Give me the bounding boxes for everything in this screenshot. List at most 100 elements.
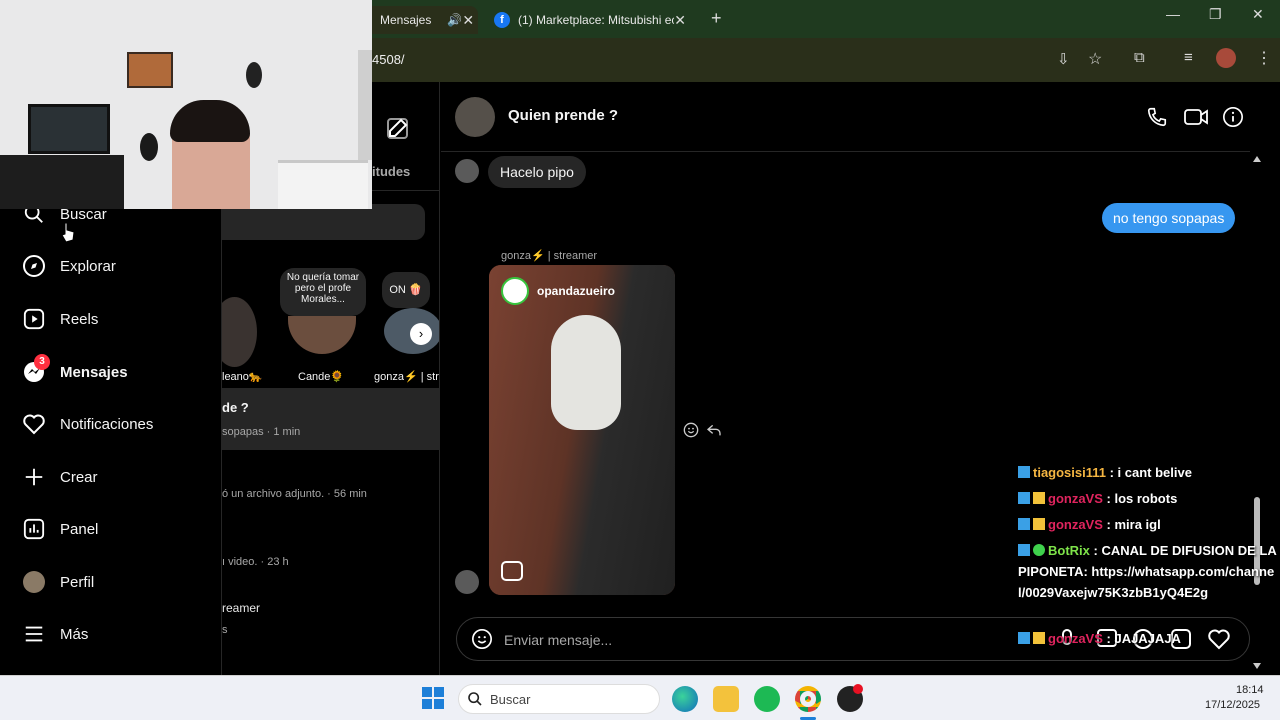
url-text[interactable]: 4508/	[372, 52, 405, 67]
chat-text: : i cant belive	[1106, 465, 1192, 480]
sidebar-item-mensajes[interactable]: 3 Mensajes	[22, 352, 128, 392]
composer-placeholder: Enviar mensaje...	[504, 632, 613, 648]
sidebar-item-reels[interactable]: Reels	[22, 299, 98, 339]
maximize-icon[interactable]: ❐	[1209, 6, 1222, 23]
sidebar-item-label: Panel	[60, 520, 99, 538]
facebook-icon: f	[494, 12, 510, 28]
new-tab-icon[interactable]: +	[711, 8, 722, 29]
chat-username: gonzaVS	[1048, 517, 1103, 532]
thread-item[interactable]: ı video. · 23 h	[222, 528, 439, 590]
reel-account-avatar	[501, 277, 529, 305]
sender-avatar[interactable]	[455, 570, 479, 594]
close-tab-icon[interactable]: ✕	[462, 12, 474, 29]
group-avatar[interactable]	[455, 97, 495, 137]
chat-username: gonzaVS	[1048, 631, 1103, 646]
thread-item[interactable]: ó un archivo adjunto. · 56 min	[222, 462, 439, 524]
reel-account-name: opandazueiro	[537, 284, 616, 298]
mask-face	[551, 315, 621, 430]
close-tab-icon[interactable]: ✕	[674, 12, 686, 29]
thread-item-active[interactable]: de ? sopapas · 1 min	[222, 388, 439, 450]
chat-username: BotRix	[1048, 543, 1090, 558]
sidebar-item-mas[interactable]: Más	[22, 614, 88, 654]
clock-time[interactable]: 18:14	[1236, 684, 1264, 696]
messenger-icon: 3	[22, 354, 50, 384]
note-avatar	[222, 297, 257, 367]
sidebar-item-crear[interactable]: Crear	[22, 457, 98, 497]
chat-title[interactable]: Quien prende ?	[508, 107, 618, 124]
reels-icon	[22, 307, 46, 331]
note-avatar	[288, 316, 356, 354]
kick-badge-icon	[1018, 466, 1030, 478]
thread-item[interactable]: reamer s	[222, 594, 439, 656]
note-item[interactable]: No quería tomar pero el profe Morales...…	[280, 268, 368, 383]
sidebar-item-label: Crear	[60, 468, 98, 486]
note-name: leano🐆	[222, 371, 263, 383]
note-name: gonza⚡ | str	[374, 371, 439, 383]
speaker-icon[interactable]: 🔊	[447, 13, 462, 27]
install-app-icon[interactable]: ⇩	[1057, 50, 1070, 68]
sidebar-item-label: Notificaciones	[60, 415, 154, 433]
sender-avatar[interactable]	[455, 159, 479, 183]
react-emoji-icon[interactable]	[683, 422, 699, 443]
browser-menu-icon[interactable]: ⋮	[1256, 48, 1272, 68]
sidebar-item-label: Reels	[60, 310, 99, 328]
scroll-up-arrow[interactable]	[1253, 156, 1261, 162]
plus-icon	[22, 465, 46, 489]
note-item[interactable]: ON 🍿 › gonza⚡ | str	[374, 268, 439, 383]
unread-badge: 3	[34, 354, 50, 370]
shared-reel-card[interactable]: opandazueiro	[489, 265, 675, 595]
video-call-icon[interactable]	[1184, 106, 1208, 133]
sidebar-item-label: Explorar	[60, 257, 116, 275]
heart-icon	[22, 412, 46, 436]
emoji-icon[interactable]	[471, 628, 493, 655]
wall-mask-decoration	[140, 133, 158, 161]
search-input[interactable]	[222, 204, 425, 240]
stream-chat-line: BotRix : CANAL DE DIFUSION DE LA PIPONET…	[1018, 540, 1280, 603]
sidebar-item-notificaciones[interactable]: Notificaciones	[22, 404, 153, 444]
message-bubble-outgoing[interactable]: no tengo sopapas	[1102, 203, 1236, 233]
sidebar-item-perfil[interactable]: Perfil	[22, 562, 94, 602]
close-window-icon[interactable]: ✕	[1252, 6, 1264, 23]
compass-icon	[22, 254, 46, 278]
avatar	[22, 570, 46, 594]
file-explorer-icon[interactable]	[713, 686, 739, 712]
message-bubble-incoming[interactable]: Hacelo pipo	[488, 156, 586, 188]
info-icon[interactable]	[1222, 106, 1244, 133]
reply-icon[interactable]	[706, 422, 722, 443]
desk	[0, 155, 124, 209]
requests-tab[interactable]: itudes	[372, 164, 410, 179]
stream-chat-line: gonzaVS : mira igl	[1018, 514, 1280, 535]
chevron-right-icon[interactable]: ›	[410, 323, 432, 345]
media-control-icon[interactable]: ≡	[1184, 49, 1193, 66]
compose-icon[interactable]	[386, 116, 410, 145]
windows-start-icon[interactable]	[422, 687, 444, 709]
scroll-down-arrow[interactable]	[1253, 663, 1261, 669]
thread-title: de ?	[222, 400, 249, 415]
tab-mensajes[interactable]: Mensajes 🔊 ✕	[360, 6, 478, 34]
clock-date[interactable]: 17/12/2025	[1205, 699, 1260, 711]
thread-preview: ı video. · 23 h	[222, 556, 289, 568]
sidebar-item-panel[interactable]: Panel	[22, 509, 98, 549]
person-hair	[170, 100, 250, 142]
note-item[interactable]: leano🐆	[222, 292, 263, 383]
chat-text: : mira igl	[1102, 517, 1161, 532]
profile-avatar[interactable]	[1216, 48, 1236, 68]
sidebar-item-explorar[interactable]: Explorar	[22, 246, 116, 286]
extensions-icon[interactable]: ⧉	[1134, 49, 1145, 66]
crown-badge-icon	[1033, 492, 1045, 504]
minimize-icon[interactable]: —	[1166, 6, 1180, 22]
thread-preview: s	[222, 624, 228, 636]
thread-preview: ó un archivo adjunto. · 56 min	[222, 488, 367, 500]
recording-dot-icon	[853, 684, 863, 694]
taskbar-search[interactable]: Buscar	[458, 684, 660, 714]
chrome-icon[interactable]	[795, 686, 821, 712]
phone-icon[interactable]	[1146, 106, 1168, 133]
tab-marketplace[interactable]: f (1) Marketplace: Mitsubishi ecli ✕	[484, 6, 696, 34]
chat-header: Quien prende ?	[441, 82, 1250, 152]
monitor	[28, 104, 110, 154]
sidebar-item-label: Mensajes	[60, 363, 128, 381]
crown-badge-icon	[1033, 518, 1045, 530]
spotify-icon[interactable]	[754, 686, 780, 712]
edge-icon[interactable]	[672, 686, 698, 712]
bookmark-star-icon[interactable]: ☆	[1088, 49, 1102, 69]
